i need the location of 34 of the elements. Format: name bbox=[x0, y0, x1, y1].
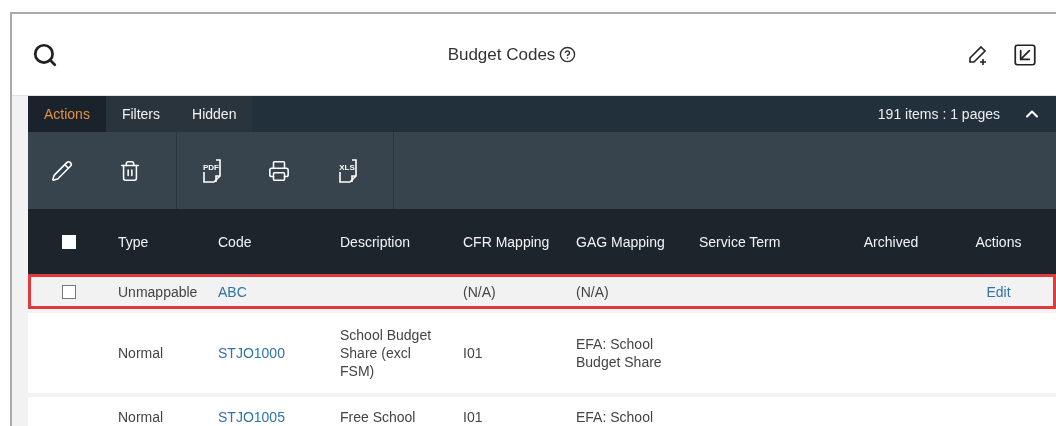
row-checkbox[interactable] bbox=[62, 284, 76, 299]
table-cell-text: School Budget Share (excl FSM) bbox=[339, 326, 433, 380]
table-cell-text: I01 bbox=[462, 344, 484, 362]
file-export-button[interactable]: XLS bbox=[333, 156, 361, 185]
code-link[interactable]: STJO1005 bbox=[210, 408, 332, 426]
table-cell-text: I01 bbox=[462, 408, 484, 426]
column-header[interactable]: Description bbox=[332, 233, 455, 250]
table-row[interactable]: Unmappable ABC (N/A) (N/A) Edit bbox=[28, 274, 1056, 309]
code-link[interactable]: ABC bbox=[210, 282, 332, 301]
column-header[interactable]: Code bbox=[210, 233, 332, 250]
tab[interactable]: Actions bbox=[28, 96, 106, 132]
table-cell-text: Normal bbox=[117, 344, 165, 362]
select-all-checkbox[interactable] bbox=[62, 234, 76, 249]
table-cell-text: (N/A) bbox=[575, 282, 610, 301]
code-link[interactable]: STJO1000 bbox=[210, 344, 332, 362]
page-title: Budget Codes bbox=[447, 44, 556, 65]
help-icon[interactable] bbox=[559, 46, 577, 63]
table-cell-text: Free School bbox=[339, 408, 417, 426]
table-cell-text: Normal bbox=[117, 408, 165, 426]
edit-link[interactable]: Edit bbox=[941, 282, 1056, 301]
table-cell-text: EFA: School Budget Share bbox=[575, 335, 663, 371]
table-cell-text: EFA: School bbox=[575, 408, 655, 426]
column-header[interactable]: CFR Mapping bbox=[455, 233, 568, 250]
column-header[interactable]: GAG Mapping bbox=[568, 233, 691, 250]
pager-text: 191 items : 1 pages bbox=[877, 106, 1000, 122]
table-cell-text: Unmappable bbox=[117, 282, 199, 301]
column-header[interactable]: Type bbox=[110, 233, 210, 250]
file-export-button[interactable]: PDF bbox=[197, 156, 225, 185]
column-header[interactable]: Archived bbox=[841, 233, 941, 250]
column-header[interactable]: Service Term bbox=[691, 233, 841, 250]
table-cell-text: (N/A) bbox=[462, 282, 497, 301]
tab[interactable]: Filters bbox=[105, 96, 177, 132]
tab[interactable]: Hidden bbox=[176, 96, 253, 132]
column-header[interactable]: Actions bbox=[941, 233, 1056, 250]
